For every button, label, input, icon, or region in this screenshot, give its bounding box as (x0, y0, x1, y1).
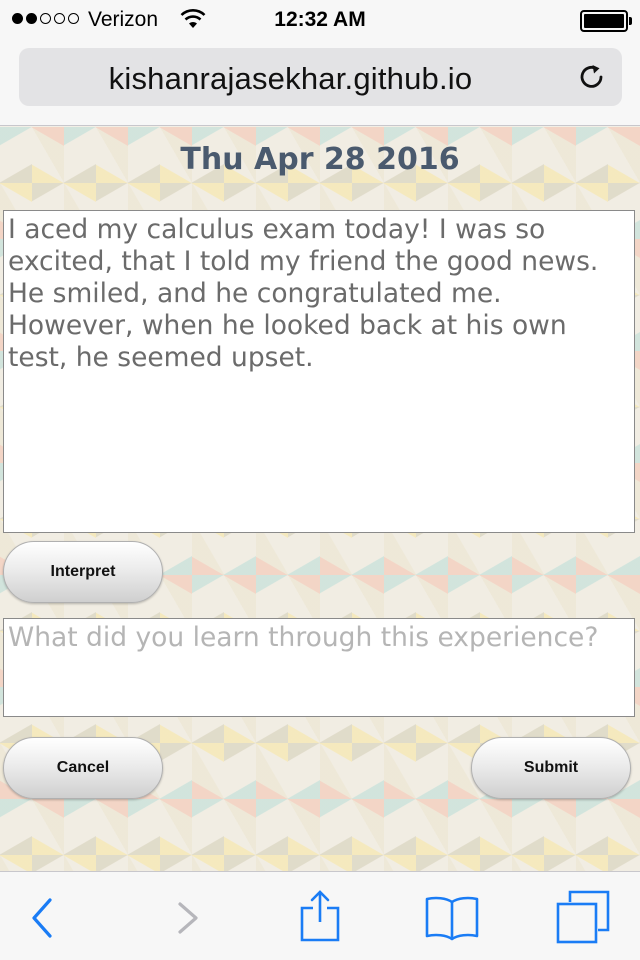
address-bar: kishanrajasekhar.github.io (0, 40, 640, 126)
journal-entry-textarea[interactable]: I aced my calculus exam today! I was so … (3, 210, 635, 533)
url-field[interactable]: kishanrajasekhar.github.io (19, 48, 622, 106)
interpret-button[interactable]: Interpret (3, 541, 163, 603)
back-icon[interactable] (28, 896, 60, 940)
reload-icon[interactable] (577, 62, 607, 92)
tabs-icon[interactable] (556, 890, 610, 944)
share-icon[interactable] (298, 888, 342, 944)
status-bar: Verizon 12:32 AM (0, 0, 640, 40)
battery-icon (580, 10, 632, 32)
status-time: 12:32 AM (274, 8, 366, 31)
url-text[interactable]: kishanrajasekhar.github.io (19, 61, 562, 97)
browser-toolbar (0, 871, 640, 960)
forward-icon[interactable] (172, 896, 204, 940)
submit-button[interactable]: Submit (471, 737, 631, 799)
reflection-textarea[interactable]: What did you learn through this experien… (3, 618, 635, 717)
cancel-button[interactable]: Cancel (3, 737, 163, 799)
bookmarks-icon[interactable] (424, 894, 480, 942)
page-title: Thu Apr 28 2016 (180, 142, 460, 177)
